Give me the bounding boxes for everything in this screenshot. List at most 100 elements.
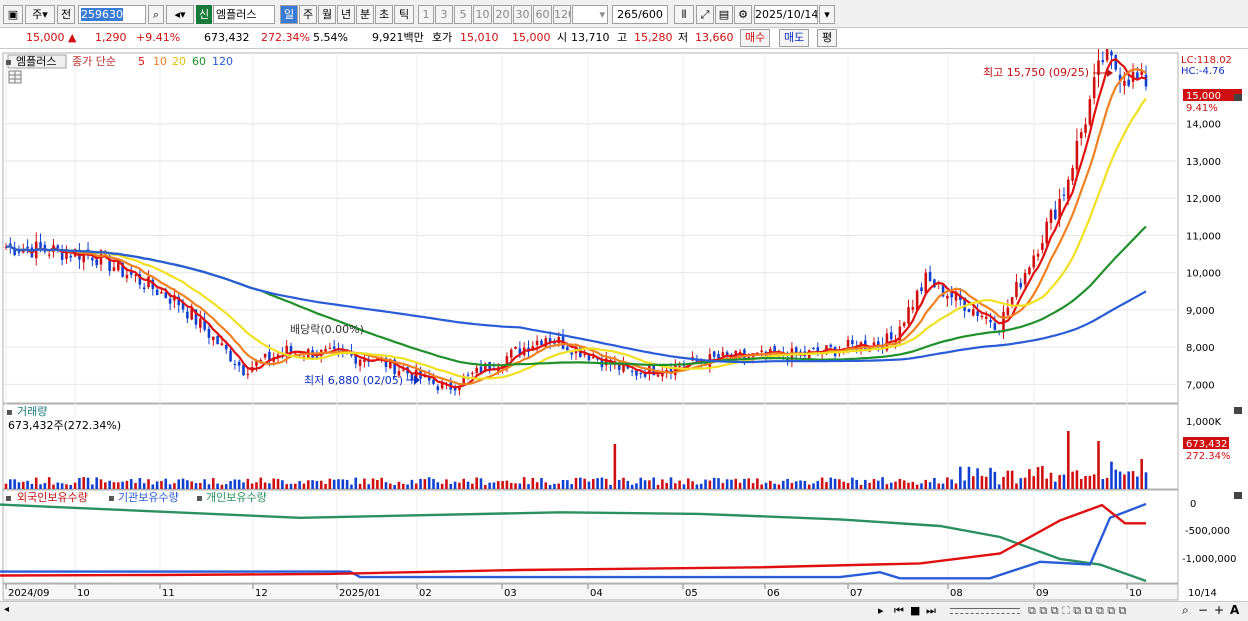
panel-close-icon[interactable] <box>1234 94 1242 101</box>
zoom-icon[interactable]: ⌕ <box>1182 603 1189 618</box>
volume-last-pct: 272.34% <box>1186 451 1231 462</box>
interval-120[interactable]: 120 <box>553 5 571 24</box>
volume-bar <box>56 482 60 489</box>
holder-close-icon[interactable] <box>1234 492 1242 499</box>
candle-body <box>69 255 73 258</box>
tool-icons[interactable]: ⧉ ⧉ ⧉ ⛶ ⧉ ⧉ ⧉ ⧉ ⧉ <box>1028 604 1127 618</box>
candle-body <box>95 259 98 266</box>
volume-bar <box>423 479 427 489</box>
volume-bar <box>1144 472 1148 489</box>
volume-bar <box>488 482 491 489</box>
stock-name-field[interactable]: 엠플러스 <box>213 5 275 24</box>
step-back-icon[interactable]: ⏮ <box>894 604 904 618</box>
volume-bar <box>406 484 409 489</box>
candle-body <box>851 340 854 345</box>
buy-button[interactable]: 매수 <box>740 29 771 47</box>
interval-5[interactable]: 5 <box>454 5 472 24</box>
code-type-select[interactable]: 주▾ <box>25 5 55 24</box>
panel-menu-icon[interactable]: ▪ <box>5 57 12 68</box>
volume-bar <box>674 483 677 489</box>
gear-icon[interactable]: ⚙ <box>734 5 752 24</box>
x-axis-label: 07 <box>850 588 863 599</box>
volume-bar <box>419 478 422 489</box>
stop-icon[interactable]: ■ <box>910 604 920 617</box>
stock-chart[interactable]: 2024/09 10 11 12 2025/01 02 03 04 05 06 07 08 09 10 1… <box>0 43 1248 601</box>
candle-body <box>846 339 850 347</box>
volume-bar <box>911 481 915 489</box>
volume-bar <box>1006 470 1010 489</box>
interval-10[interactable]: 10 <box>473 5 492 24</box>
x-axis-label: 04 <box>590 588 603 599</box>
candle-body <box>1105 48 1109 61</box>
volume-bar <box>1075 470 1079 489</box>
volume-bar <box>613 444 617 489</box>
scroll-left-icon[interactable]: ◂ <box>4 604 9 615</box>
interval-20[interactable]: 20 <box>493 5 512 24</box>
interval-1[interactable]: 1 <box>418 5 434 24</box>
auto-fit-icon[interactable]: A <box>1230 603 1239 617</box>
volume-bar <box>164 478 168 489</box>
candle-body <box>1084 124 1087 133</box>
period-minute[interactable]: 분 <box>356 5 374 24</box>
speaker-icon[interactable]: ◂▾ <box>166 5 194 24</box>
period-day[interactable]: 일 <box>280 5 298 24</box>
volume-bar <box>281 480 284 489</box>
volume-bar <box>104 482 107 489</box>
interval-60[interactable]: 60 <box>533 5 552 24</box>
candle-body <box>216 335 219 345</box>
candle-body <box>112 267 116 271</box>
step-forward-icon[interactable]: ⏭ <box>926 604 936 618</box>
volume-bar <box>1097 441 1100 489</box>
save-icon[interactable]: ▤ <box>715 5 733 24</box>
volume-bar <box>354 477 358 489</box>
volume-bar <box>466 481 470 489</box>
period-second[interactable]: 초 <box>375 5 393 24</box>
zoom-slider[interactable] <box>950 608 1020 614</box>
period-month[interactable]: 월 <box>318 5 336 24</box>
chart-scrollbar[interactable]: ◂ ▸ ⏮ ■ ⏭ ⧉ ⧉ ⧉ ⛶ ⧉ ⧉ ⧉ ⧉ ⧉ ⌕ − + A <box>0 601 1248 621</box>
volume-bar <box>52 484 55 489</box>
prev-button[interactable]: 전 <box>57 5 75 24</box>
holder-y-tick-1: -500,000 <box>1185 526 1230 537</box>
candle-body <box>907 307 910 324</box>
zoom-in-icon[interactable]: + <box>1214 603 1224 617</box>
period-tick[interactable]: 틱 <box>394 5 414 24</box>
candle-body <box>233 364 237 366</box>
candle-body <box>889 332 893 340</box>
volume-bar <box>540 478 543 489</box>
scroll-right-icon[interactable]: ▸ <box>878 604 884 617</box>
calendar-dropdown[interactable]: ▾ <box>819 5 835 24</box>
volume-bar <box>194 483 198 489</box>
volume-bar <box>851 477 854 489</box>
count-field[interactable]: 265/600 <box>612 5 668 24</box>
period-week[interactable]: 주 <box>299 5 317 24</box>
candle-body <box>760 350 763 352</box>
interval-dropdown[interactable]: ▾ <box>572 5 608 24</box>
window-icon[interactable]: ▣ <box>3 5 23 24</box>
volume-bar <box>902 480 906 489</box>
interval-3[interactable]: 3 <box>435 5 453 24</box>
volume-close-icon[interactable] <box>1234 407 1242 414</box>
chart-area[interactable]: 2024/09 10 11 12 2025/01 02 03 04 05 06 07 08 09 10 1… <box>0 43 1248 621</box>
interval-30[interactable]: 30 <box>513 5 532 24</box>
volume-bar <box>246 478 250 489</box>
volume-bar <box>224 484 228 489</box>
period-year[interactable]: 년 <box>337 5 355 24</box>
volume-bar <box>699 483 703 489</box>
amount: 9,921백만 <box>372 31 424 44</box>
eval-button[interactable]: 평 <box>817 29 838 47</box>
candle-body <box>717 353 720 359</box>
low: 13,660 <box>695 31 734 44</box>
search-icon[interactable]: ⌕ <box>148 5 164 24</box>
volume-bar <box>341 479 345 489</box>
volume-bar <box>319 480 323 489</box>
draw-icon[interactable]: ⤢ <box>696 5 714 24</box>
candle-icon[interactable]: ⫴ <box>674 5 694 24</box>
volume-bar <box>738 482 742 489</box>
zoom-out-icon[interactable]: − <box>1198 603 1208 617</box>
volume-bar <box>1058 475 1061 489</box>
date-field[interactable]: 2025/10/14 <box>754 5 818 24</box>
volume-bar <box>458 482 461 489</box>
sell-button[interactable]: 매도 <box>779 29 810 47</box>
stock-code-input[interactable]: 259630 <box>78 5 146 24</box>
